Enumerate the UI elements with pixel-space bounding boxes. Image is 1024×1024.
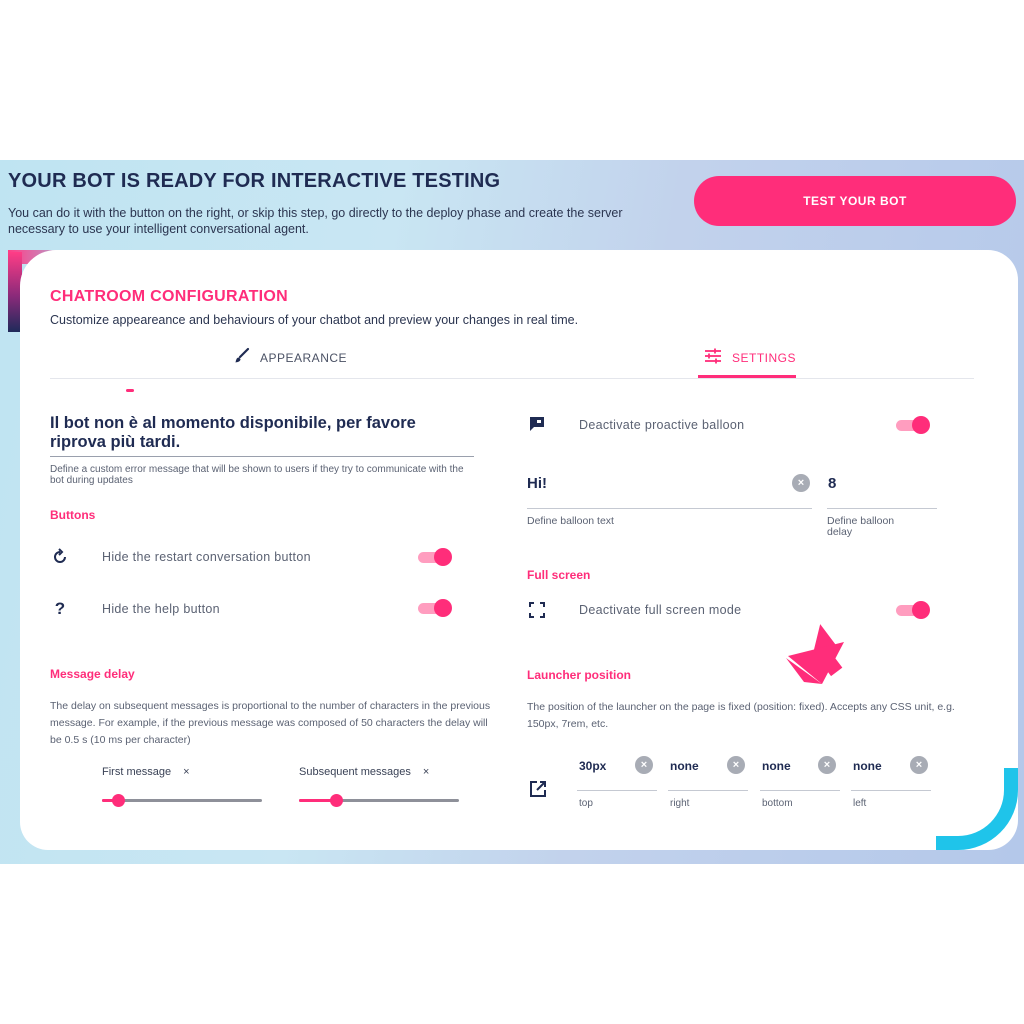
- open-in-new-icon: [528, 779, 548, 799]
- proactive-balloon-toggle[interactable]: [896, 416, 930, 434]
- help-icon: ?: [54, 599, 66, 618]
- message-delay-description: The delay on subsequent messages is prop…: [50, 700, 491, 746]
- position-top-underline: [577, 790, 657, 791]
- position-left-input[interactable]: none: [853, 759, 882, 773]
- restart-icon: [50, 547, 70, 567]
- position-right-underline: [668, 790, 748, 791]
- subsequent-messages-label: Subsequent messages ×: [299, 766, 430, 778]
- sliders-icon: [704, 347, 722, 368]
- tab-settings-label: SETTINGS: [732, 350, 797, 365]
- tab-appearance-label: APPEARANCE: [260, 350, 348, 365]
- subsequent-messages-slider-handle[interactable]: [330, 794, 343, 807]
- error-message-hint: Define a custom error message that will …: [50, 464, 464, 486]
- clear-icon[interactable]: ×: [635, 756, 653, 774]
- chat-balloon-icon: [527, 414, 547, 434]
- fullscreen-icon: [527, 600, 547, 620]
- message-delay-label: Message delay: [50, 667, 135, 681]
- clear-icon[interactable]: ×: [818, 756, 836, 774]
- launcher-position-label: Launcher position: [527, 668, 632, 682]
- position-bottom-input[interactable]: none: [762, 759, 791, 773]
- position-bottom-hint: bottom: [762, 798, 793, 809]
- help-button-toggle[interactable]: [418, 599, 452, 617]
- hero-title: YOUR BOT IS READY FOR INTERACTIVE TESTIN…: [8, 170, 501, 192]
- active-tab-indicator: [698, 375, 796, 378]
- error-message-input[interactable]: Il bot non è al momento disponibile, per…: [50, 414, 470, 452]
- close-icon[interactable]: ×: [183, 766, 189, 778]
- position-bottom-underline: [760, 790, 840, 791]
- close-icon[interactable]: ×: [423, 766, 429, 778]
- arrow-down-icon: [786, 624, 844, 684]
- position-right-input[interactable]: none: [670, 759, 699, 773]
- balloon-text-input[interactable]: Hi!: [527, 475, 547, 492]
- restart-button-label: Hide the restart conversation button: [102, 550, 311, 564]
- balloon-text-underline: [527, 508, 812, 509]
- tab-appearance[interactable]: APPEARANCE: [232, 347, 347, 368]
- full-screen-label: Full screen: [527, 568, 591, 582]
- config-description: Customize appeareance and behaviours of …: [50, 313, 579, 327]
- clear-icon[interactable]: ×: [792, 474, 810, 492]
- hero-description: You can do it with the button on the rig…: [8, 206, 623, 236]
- clear-icon[interactable]: ×: [727, 756, 745, 774]
- first-message-label: First message ×: [102, 766, 190, 778]
- clear-icon[interactable]: ×: [910, 756, 928, 774]
- position-right-hint: right: [670, 798, 690, 809]
- first-message-slider[interactable]: [102, 799, 262, 802]
- tabs-divider: [50, 378, 974, 379]
- error-message-underline: [50, 456, 474, 457]
- balloon-delay-hint: Define balloon delay: [827, 515, 895, 538]
- balloon-delay-input[interactable]: 8: [828, 475, 836, 492]
- full-screen-row-label: Deactivate full screen mode: [579, 603, 742, 617]
- tab-settings[interactable]: SETTINGS: [704, 347, 796, 368]
- full-screen-toggle[interactable]: [896, 601, 930, 619]
- restart-button-toggle[interactable]: [418, 548, 452, 566]
- config-title: CHATROOM CONFIGURATION: [50, 288, 288, 305]
- position-top-input[interactable]: 30px: [579, 759, 606, 773]
- position-left-underline: [851, 790, 931, 791]
- launcher-position-description: The position of the launcher on the page…: [527, 701, 955, 730]
- position-top-hint: top: [579, 798, 593, 809]
- test-your-bot-button[interactable]: TEST YOUR BOT: [694, 176, 1016, 226]
- buttons-section-label: Buttons: [50, 508, 96, 522]
- proactive-balloon-label: Deactivate proactive balloon: [579, 418, 745, 432]
- balloon-delay-underline: [827, 508, 937, 509]
- position-left-hint: left: [853, 798, 867, 809]
- balloon-text-hint: Define balloon text: [527, 515, 614, 527]
- brush-icon: [232, 347, 250, 368]
- help-button-label: Hide the help button: [102, 602, 220, 616]
- first-message-slider-handle[interactable]: [112, 794, 125, 807]
- scroll-indicator: [126, 389, 134, 392]
